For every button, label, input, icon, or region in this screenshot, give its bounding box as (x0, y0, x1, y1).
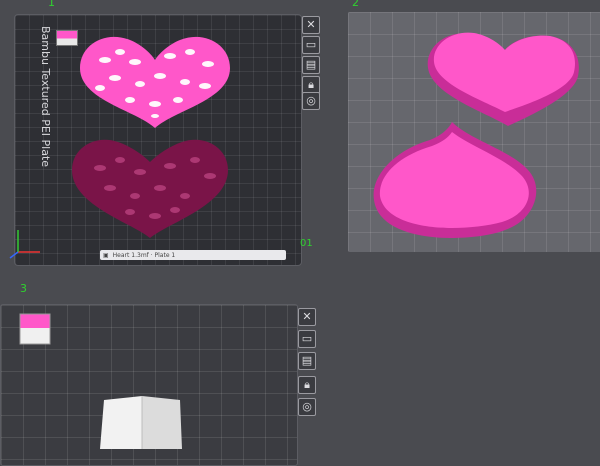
plate-3-thumbnail[interactable] (19, 313, 51, 345)
close-icon[interactable]: ✕ (298, 308, 316, 326)
lock-icon[interactable]: 🔒︎ (298, 376, 316, 394)
white-panel-model[interactable] (100, 396, 182, 449)
layout-icon[interactable]: ▤ (298, 352, 316, 370)
settings-icon[interactable]: ◎ (298, 398, 316, 416)
image-icon[interactable]: ▭ (298, 330, 316, 348)
